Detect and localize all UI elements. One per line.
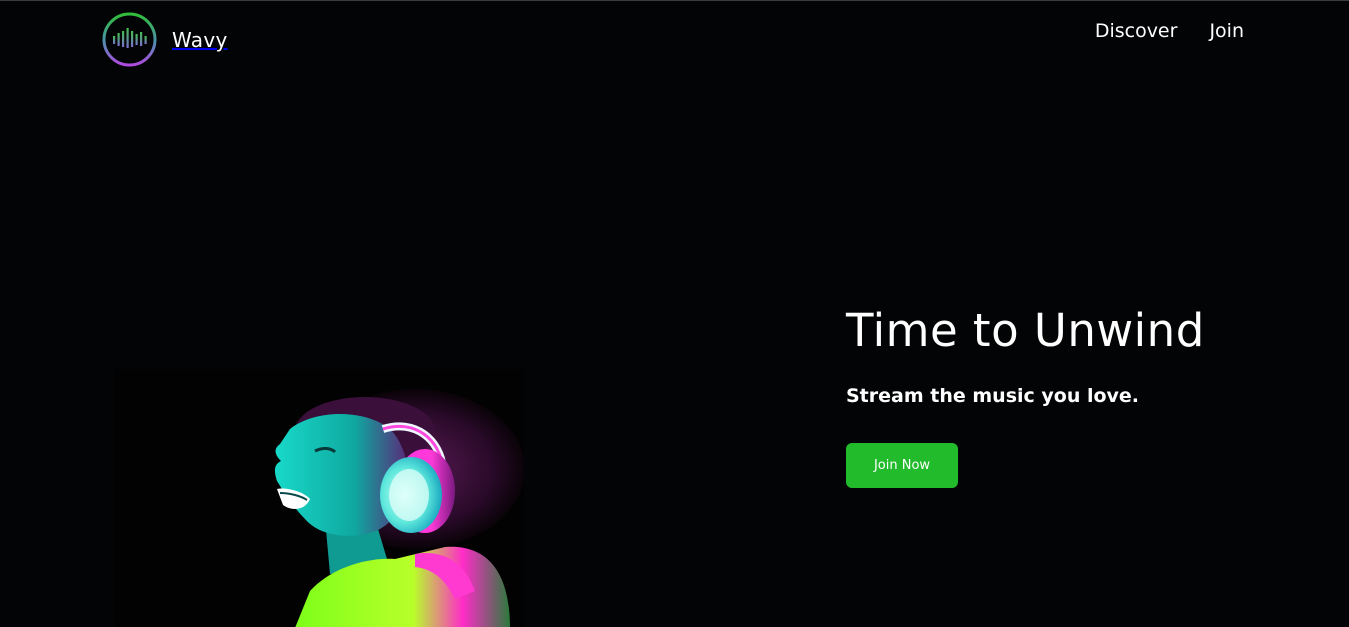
- site-header: Wavy Discover Join: [0, 1, 1349, 77]
- hero-photo: [115, 369, 524, 627]
- woman-with-headphones-illustration: [274, 389, 524, 627]
- hero-title: Time to Unwind: [846, 304, 1205, 357]
- nav-join-link[interactable]: Join: [1209, 18, 1244, 44]
- landing-page: Wavy Discover Join Time to Unwind Stream…: [0, 0, 1349, 627]
- sound-wave-circle-icon: [102, 12, 157, 66]
- brand-name: Wavy: [172, 28, 228, 52]
- hero-section: Time to Unwind Stream the music you love…: [846, 301, 1266, 488]
- hero-subtitle: Stream the music you love.: [846, 385, 1140, 407]
- nav-discover-link[interactable]: Discover: [1095, 18, 1178, 44]
- main-nav: Discover Join: [1095, 18, 1244, 44]
- join-now-button[interactable]: Join Now: [846, 443, 958, 488]
- brand-home-link[interactable]: Wavy: [101, 10, 228, 68]
